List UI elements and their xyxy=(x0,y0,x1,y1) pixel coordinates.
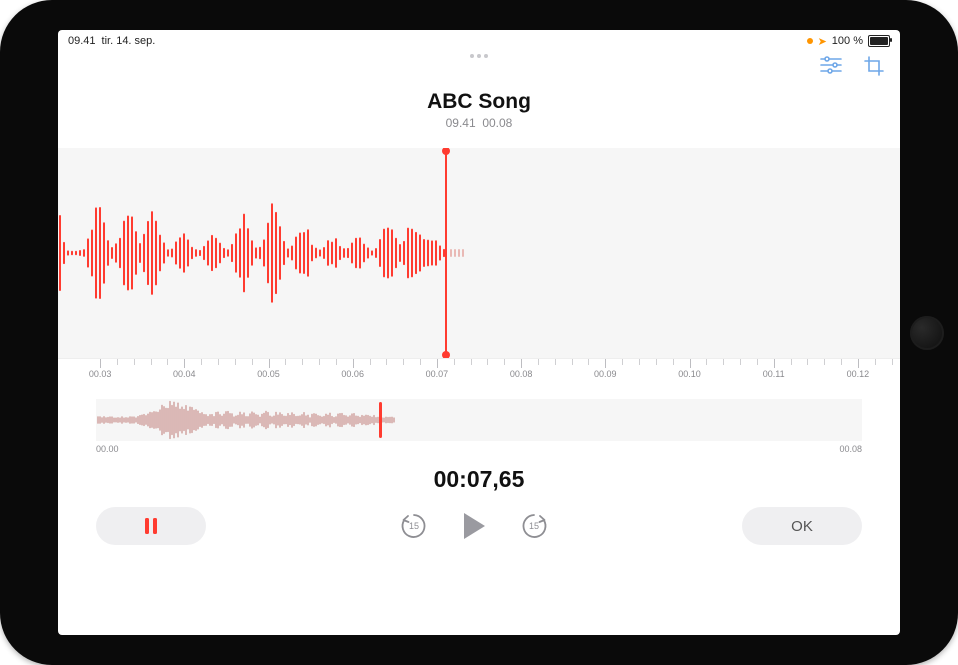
screen: 09.41 tir. 14. sep. ➤ 100 % xyxy=(58,30,900,635)
ruler-label: 00.05 xyxy=(257,369,280,379)
pause-record-button[interactable] xyxy=(96,507,206,545)
ruler-label: 00.09 xyxy=(594,369,617,379)
waveform-large[interactable] xyxy=(58,148,900,358)
ruler-label: 00.08 xyxy=(510,369,533,379)
editor-toolbar xyxy=(820,56,884,76)
skip-fwd-label: 15 xyxy=(529,521,539,531)
skip-back-button[interactable]: 15 xyxy=(399,511,429,541)
play-button[interactable] xyxy=(461,511,487,541)
battery-icon xyxy=(868,35,890,47)
playhead[interactable] xyxy=(445,148,447,358)
status-time: 09.41 xyxy=(68,35,96,47)
ruler-label: 00.03 xyxy=(89,369,112,379)
ruler-label: 00.04 xyxy=(173,369,196,379)
overview-labels: 00.00 00.08 xyxy=(96,444,862,454)
battery-pct: 100 % xyxy=(832,35,863,47)
crop-icon[interactable] xyxy=(864,56,884,76)
ok-button[interactable]: OK xyxy=(742,507,862,545)
status-date: tir. 14. sep. xyxy=(102,35,156,47)
skip-back-label: 15 xyxy=(409,521,419,531)
waveform-overview[interactable] xyxy=(96,399,862,441)
overview-playhead[interactable] xyxy=(379,402,382,438)
overview-start: 00.00 xyxy=(96,444,119,454)
recording-header: ABC Song 09.41 00.08 xyxy=(58,90,900,130)
multitask-dots[interactable] xyxy=(58,54,900,58)
skip-forward-button[interactable]: 15 xyxy=(519,511,549,541)
time-ruler[interactable]: 00.03 00.04 00.05 00.06 00.07 00.08 00.09 00.10… xyxy=(58,358,900,387)
overview-end: 00.08 xyxy=(839,444,862,454)
pause-icon xyxy=(143,517,159,535)
transport-controls: 15 15 OK xyxy=(58,493,900,545)
ruler-label: 00.10 xyxy=(678,369,701,379)
options-slider-icon[interactable] xyxy=(820,56,842,76)
recording-indicator-dot xyxy=(807,38,813,44)
status-bar: 09.41 tir. 14. sep. ➤ 100 % xyxy=(58,30,900,50)
time-counter: 00:07,65 xyxy=(58,466,900,493)
ruler-label: 00.07 xyxy=(426,369,449,379)
recording-title[interactable]: ABC Song xyxy=(58,90,900,114)
ruler-label: 00.11 xyxy=(763,369,785,379)
device-frame: 09.41 tir. 14. sep. ➤ 100 % xyxy=(0,0,958,665)
recording-subtitle: 09.41 00.08 xyxy=(58,116,900,130)
home-button[interactable] xyxy=(910,316,944,350)
ok-label: OK xyxy=(791,518,813,535)
location-icon: ➤ xyxy=(818,35,827,48)
ruler-label: 00.06 xyxy=(341,369,364,379)
ruler-label: 00.12 xyxy=(847,369,870,379)
